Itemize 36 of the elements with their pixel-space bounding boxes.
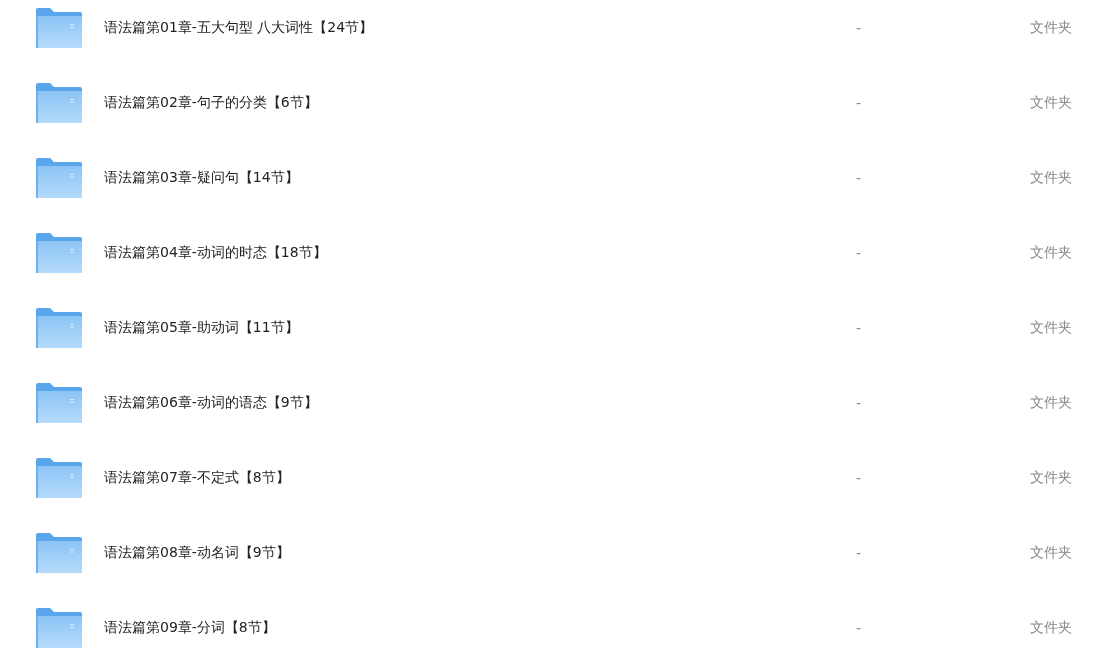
folder-icon (36, 232, 82, 273)
file-name[interactable]: 语法篇第09章-分词【8节】 (104, 618, 824, 637)
file-name[interactable]: 语法篇第05章-助动词【11节】 (104, 318, 824, 337)
file-size: - (856, 544, 863, 561)
file-type: 文件夹 (1030, 543, 1072, 562)
file-type: 文件夹 (1030, 618, 1072, 637)
file-size: - (856, 244, 863, 261)
folder-icon (36, 157, 82, 198)
file-type: 文件夹 (1030, 393, 1072, 412)
file-size: - (856, 619, 863, 636)
folder-icon (36, 607, 82, 648)
file-name[interactable]: 语法篇第04章-动词的时态【18节】 (104, 243, 824, 262)
folder-icon (36, 457, 82, 498)
file-type: 文件夹 (1030, 318, 1072, 337)
file-size: - (856, 19, 863, 36)
file-size: - (856, 394, 863, 411)
file-name[interactable]: 语法篇第02章-句子的分类【6节】 (104, 93, 824, 112)
file-name[interactable]: 语法篇第03章-疑问句【14节】 (104, 168, 824, 187)
folder-icon (36, 307, 82, 348)
file-type: 文件夹 (1030, 168, 1072, 187)
file-name[interactable]: 语法篇第06章-动词的语态【9节】 (104, 393, 824, 412)
file-name[interactable]: 语法篇第07章-不定式【8节】 (104, 468, 824, 487)
file-name[interactable]: 语法篇第01章-五大句型 八大词性【24节】 (104, 18, 824, 37)
file-name[interactable]: 语法篇第08章-动名词【9节】 (104, 543, 824, 562)
folder-icon (36, 382, 82, 423)
file-size: - (856, 319, 863, 336)
file-type: 文件夹 (1030, 468, 1072, 487)
file-size: - (856, 169, 863, 186)
folder-icon (36, 7, 82, 48)
file-type: 文件夹 (1030, 18, 1072, 37)
file-size: - (856, 94, 863, 111)
file-size: - (856, 469, 863, 486)
file-type: 文件夹 (1030, 93, 1072, 112)
file-type: 文件夹 (1030, 243, 1072, 262)
folder-icon (36, 532, 82, 573)
folder-icon (36, 82, 82, 123)
